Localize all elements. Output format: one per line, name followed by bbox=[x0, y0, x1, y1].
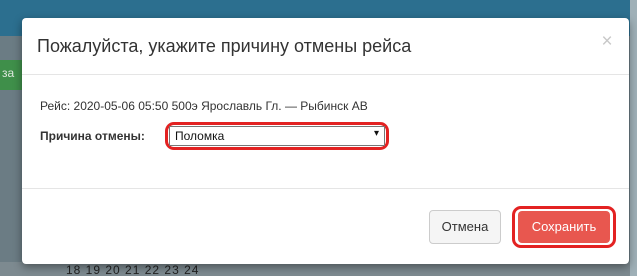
dialog-header: Пожалуйста, укажите причину отмены рейса… bbox=[22, 18, 629, 75]
cancel-button[interactable]: Отмена bbox=[429, 210, 501, 244]
background-calendar-digits: 18 19 20 21 22 23 24 bbox=[66, 263, 200, 276]
chevron-down-icon: ▾ bbox=[373, 128, 379, 139]
reason-label: Причина отмены: bbox=[40, 129, 145, 143]
dialog-footer: Отмена Сохранить bbox=[22, 189, 629, 264]
dialog-title: Пожалуйста, укажите причину отмены рейса bbox=[37, 36, 412, 56]
page: за 18 19 20 21 22 23 24 Пожалуйста, укаж… bbox=[0, 0, 637, 276]
dialog-body: Рейс: 2020-05-06 05:50 500э Ярославль Гл… bbox=[22, 75, 629, 189]
reason-select[interactable]: Поломка ▾ bbox=[169, 126, 385, 146]
close-icon[interactable]: × bbox=[599, 32, 615, 52]
trip-info: Рейс: 2020-05-06 05:50 500э Ярославль Гл… bbox=[40, 99, 368, 113]
cancel-trip-dialog: Пожалуйста, укажите причину отмены рейса… bbox=[22, 18, 629, 264]
background-sidebar-text: за bbox=[2, 66, 15, 80]
save-button[interactable]: Сохранить bbox=[518, 211, 610, 243]
reason-select-value: Поломка bbox=[175, 129, 225, 143]
background-right-edge bbox=[630, 0, 637, 276]
